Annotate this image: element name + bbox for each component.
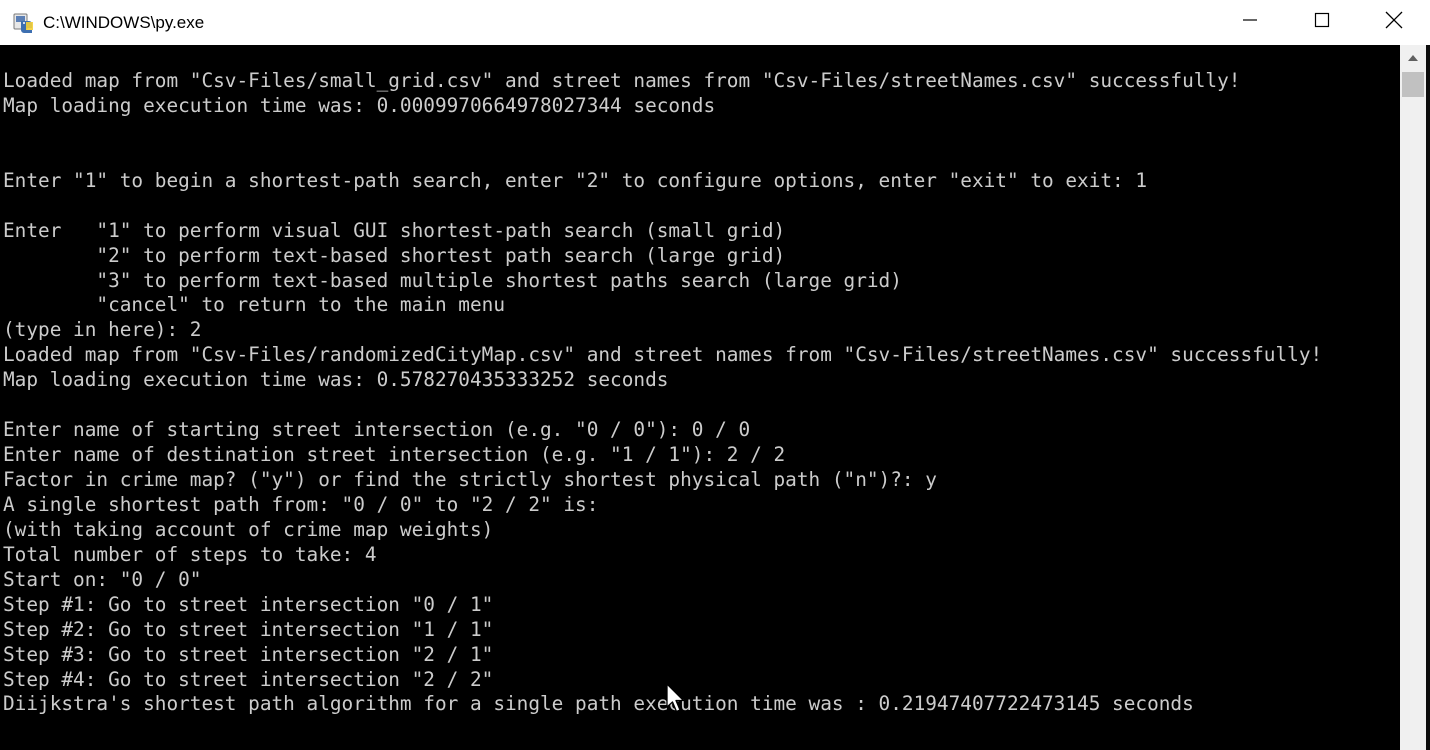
close-button[interactable] — [1358, 0, 1430, 45]
close-icon — [1385, 11, 1403, 34]
console-lines: Loaded map from "Csv-Files/small_grid.cs… — [3, 69, 1322, 717]
minimize-icon — [1242, 12, 1258, 33]
mouse-cursor-icon — [666, 683, 685, 713]
minimize-button[interactable] — [1214, 0, 1286, 45]
console-line: (type in here): 2 — [3, 318, 202, 342]
window-border — [1426, 45, 1430, 750]
console-line: Map loading execution time was: 0.000997… — [3, 93, 716, 117]
console-line: (with taking account of crime map weight… — [3, 517, 494, 541]
title-bar[interactable]: C:\WINDOWS\py.exe — [0, 0, 1430, 45]
console-line: "cancel" to return to the main menu — [3, 293, 505, 317]
console-line: Step #4: Go to street intersection "2 / … — [3, 667, 494, 691]
scroll-up-button[interactable] — [1400, 45, 1426, 69]
python-launcher-icon — [11, 10, 37, 36]
console-line: Enter "1" to perform visual GUI shortest… — [3, 218, 786, 242]
console-line: A single shortest path from: "0 / 0" to … — [3, 492, 599, 516]
console-line: Total number of steps to take: 4 — [3, 542, 377, 566]
scroll-up-arrow-icon — [1408, 48, 1418, 66]
console-output[interactable]: Loaded map from "Csv-Files/small_grid.cs… — [0, 45, 1400, 750]
console-line: Step #1: Go to street intersection "0 / … — [3, 592, 494, 616]
console-line: "3" to perform text-based multiple short… — [3, 268, 902, 292]
console-window: C:\WINDOWS\py.exe Loaded map from "Csv-F… — [0, 0, 1430, 750]
console-line: Loaded map from "Csv-Files/randomizedCit… — [3, 343, 1323, 367]
window-title: C:\WINDOWS\py.exe — [43, 12, 205, 32]
console-line: Step #2: Go to street intersection "1 / … — [3, 617, 494, 641]
maximize-button[interactable] — [1286, 0, 1358, 45]
console-line: Enter name of starting street intersecti… — [3, 418, 751, 442]
console-line: Start on: "0 / 0" — [3, 567, 202, 591]
maximize-icon — [1314, 12, 1330, 33]
vertical-scrollbar[interactable] — [1400, 45, 1430, 750]
console-line: Step #3: Go to street intersection "2 / … — [3, 642, 494, 666]
console-line: "2" to perform text-based shortest path … — [3, 243, 786, 267]
scrollbar-thumb[interactable] — [1402, 72, 1424, 97]
console-line: Enter "1" to begin a shortest-path searc… — [3, 168, 1148, 192]
console-line: Diijkstra's shortest path algorithm for … — [3, 692, 1194, 716]
console-line: Factor in crime map? ("y") or find the s… — [3, 468, 937, 491]
console-line: Loaded map from "Csv-Files/small_grid.cs… — [3, 69, 1241, 92]
console-line: Map loading execution time was: 0.578270… — [3, 368, 669, 392]
console-line: Enter name of destination street interse… — [3, 443, 786, 467]
window-controls — [1214, 0, 1430, 45]
